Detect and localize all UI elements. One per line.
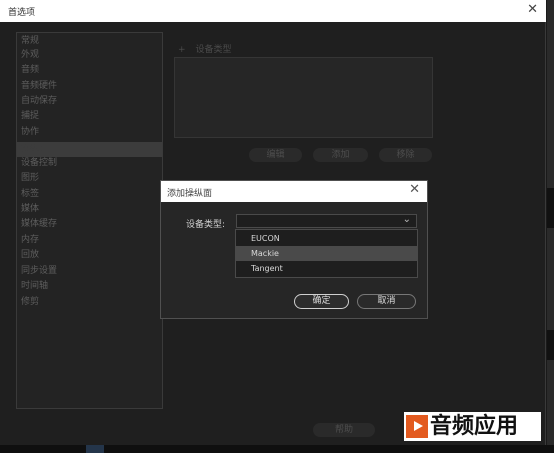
background-app-edge xyxy=(547,0,554,453)
device-type-field-label: 设备类型: xyxy=(186,220,226,230)
sidebar-item-autosave[interactable]: 自动保存 xyxy=(21,95,57,107)
sidebar-item-memory[interactable]: 内存 xyxy=(21,234,39,246)
window-titlebar: 首选项 ✕ xyxy=(0,0,546,22)
watermark: 音频应用 xyxy=(404,412,541,441)
background-panel xyxy=(547,188,554,228)
chevron-down-icon[interactable]: ⌄ xyxy=(403,214,411,225)
sidebar-item-timeline[interactable]: 时间轴 xyxy=(21,280,48,292)
option-tangent[interactable]: Tangent xyxy=(236,261,417,276)
sidebar-item-labels[interactable]: 标签 xyxy=(21,188,39,200)
sidebar-item-capture[interactable]: 捕捉 xyxy=(21,110,39,122)
sidebar-item-general[interactable]: 常规 xyxy=(21,35,39,47)
dialog-title: 添加操纵面 xyxy=(167,189,213,199)
sidebar-item-playback[interactable]: 回放 xyxy=(21,249,39,261)
close-icon[interactable]: ✕ xyxy=(527,2,538,17)
device-type-label: 设备类型 xyxy=(195,45,232,55)
preferences-sidebar: 常规 外观 音频 音频硬件 自动保存 捕捉 协作 操纵面 设备控制 图形 标签 … xyxy=(16,32,163,409)
sidebar-item-sync-settings[interactable]: 同步设置 xyxy=(21,265,57,277)
add-icon[interactable]: + xyxy=(178,45,186,55)
background-panel xyxy=(547,330,554,360)
sidebar-item-control-surface[interactable]: 操纵面 xyxy=(21,143,48,155)
sidebar-item-media[interactable]: 媒体 xyxy=(21,203,39,215)
remove-button[interactable]: 移除 xyxy=(379,148,432,162)
edit-button[interactable]: 编辑 xyxy=(249,148,302,162)
add-control-surface-dialog: 添加操纵面 ✕ 设备类型: ⌄ EUCON Mackie Tangent 确定 … xyxy=(160,180,428,319)
ok-button[interactable]: 确定 xyxy=(294,294,349,309)
background-marker xyxy=(86,445,104,453)
sidebar-item-trim[interactable]: 修剪 xyxy=(21,296,39,308)
add-button[interactable]: 添加 xyxy=(313,148,368,162)
dialog-titlebar: 添加操纵面 ✕ xyxy=(161,181,427,202)
background-timeline-strip xyxy=(0,445,554,453)
watermark-text: 音频应用 xyxy=(430,414,519,439)
sidebar-item-device-control[interactable]: 设备控制 xyxy=(21,157,57,169)
play-logo-icon xyxy=(406,415,428,438)
device-list[interactable] xyxy=(174,57,433,138)
device-type-select[interactable]: ⌄ xyxy=(236,214,417,228)
option-mackie[interactable]: Mackie xyxy=(236,246,417,261)
window-title: 首选项 xyxy=(8,8,36,18)
sidebar-item-audio[interactable]: 音频 xyxy=(21,64,39,76)
sidebar-item-graphics[interactable]: 图形 xyxy=(21,172,39,184)
sidebar-item-audio-hardware[interactable]: 音频硬件 xyxy=(21,80,57,92)
cancel-button[interactable]: 取消 xyxy=(357,294,416,309)
sidebar-item-collaboration[interactable]: 协作 xyxy=(21,126,39,138)
device-type-options: EUCON Mackie Tangent xyxy=(235,229,418,278)
sidebar-item-appearance[interactable]: 外观 xyxy=(21,49,39,61)
device-type-header: + 设备类型 xyxy=(178,42,232,55)
option-eucon[interactable]: EUCON xyxy=(236,231,417,246)
sidebar-item-media-cache[interactable]: 媒体缓存 xyxy=(21,218,57,230)
dialog-close-icon[interactable]: ✕ xyxy=(409,182,420,197)
help-button[interactable]: 帮助 xyxy=(313,423,375,437)
